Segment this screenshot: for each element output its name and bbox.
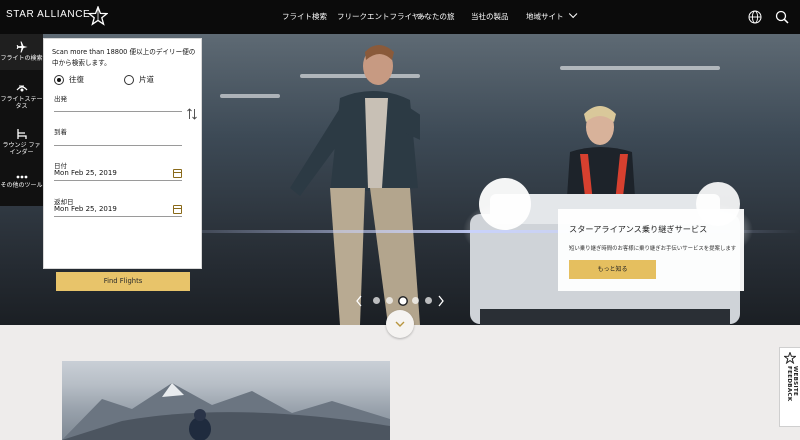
roundtrip-label: 往復	[69, 75, 84, 84]
carousel-dot[interactable]	[397, 295, 408, 306]
carousel-dot[interactable]	[373, 297, 380, 304]
return-date-field[interactable]: Mon Feb 25, 2019	[54, 205, 117, 213]
flight-status-icon	[16, 85, 27, 92]
nav-frequent-flyer[interactable]: フリークエントフライヤー	[337, 11, 427, 22]
departure-date-underline	[54, 180, 182, 181]
swap-arrows-icon[interactable]	[186, 108, 198, 120]
sidebar-item-flight-search[interactable]: フライトの検索	[0, 34, 43, 70]
carousel-dot[interactable]	[412, 297, 419, 304]
nav-our-products[interactable]: 当社の製品	[471, 11, 509, 22]
carousel-dot[interactable]	[425, 297, 432, 304]
chevron-down-icon	[395, 321, 405, 327]
sidebar-item-label: ラウンジ ファインダー	[2, 142, 41, 156]
star-alliance-logo-icon[interactable]	[88, 6, 108, 26]
chevron-down-icon	[568, 9, 577, 19]
nav-regional-sites[interactable]: 地域サイト	[526, 9, 577, 22]
learn-more-button[interactable]: もっと知る	[569, 260, 656, 279]
promo-card-title: スターアライアンス乗り継ぎサービス	[569, 224, 708, 234]
sidebar-item-label: その他のツール	[0, 182, 43, 189]
departure-date-field[interactable]: Mon Feb 25, 2019	[54, 169, 117, 177]
more-dots-icon	[16, 175, 27, 179]
search-icon[interactable]	[775, 10, 789, 24]
sidebar-item-label: フライトステータス	[0, 96, 43, 110]
roundtrip-radio[interactable]: 往復	[54, 74, 84, 85]
globe-icon[interactable]	[748, 10, 762, 24]
oneway-label: 片道	[139, 75, 154, 84]
airplane-icon	[16, 41, 27, 53]
ceiling-light	[560, 66, 720, 70]
carousel-dot[interactable]	[386, 297, 393, 304]
calendar-icon[interactable]	[173, 169, 182, 178]
promo-card-description: 短い乗り継ぎ時間のお客様に乗り継ぎお手伝いサービスを提案します	[569, 246, 737, 252]
to-input[interactable]	[54, 145, 182, 146]
from-label: 出発	[54, 95, 67, 103]
mountain-scene	[62, 383, 390, 440]
nav-regional-sites-label: 地域サイト	[526, 12, 564, 21]
to-label: 到着	[54, 128, 67, 136]
radio-unselected-icon	[124, 75, 134, 85]
carousel-next-arrow-icon[interactable]	[437, 295, 445, 307]
oneway-radio[interactable]: 片道	[124, 74, 154, 85]
return-date-underline	[54, 216, 182, 217]
sidebar-item-label: フライトの検索	[0, 55, 43, 62]
calendar-icon[interactable]	[173, 205, 182, 214]
radio-selected-icon	[54, 75, 64, 85]
lounge-chair-icon	[16, 129, 27, 139]
find-flights-button[interactable]: Find Flights	[56, 272, 190, 291]
mountain-hiker-image	[62, 361, 390, 440]
search-intro-text: Scan more than 18800 便以上のデイリー便の中から検索します。	[52, 48, 196, 67]
star-alliance-logo-text[interactable]: STAR ALLIANCE	[6, 9, 90, 20]
nav-your-trip[interactable]: あなたの旅	[417, 11, 455, 22]
carousel-prev-arrow-icon[interactable]	[355, 295, 363, 307]
sidebar-item-flight-status[interactable]: フライトステータス	[0, 82, 43, 110]
sidebar-item-other-tools[interactable]: その他のツール	[0, 174, 43, 189]
star-alliance-small-icon	[784, 352, 796, 364]
promo-card: スターアライアンス乗り継ぎサービス 短い乗り継ぎ時間のお客様に乗り継ぎお手伝いサ…	[558, 209, 744, 291]
from-input[interactable]	[54, 111, 182, 112]
feedback-label: WEBSITE FEEDBACK	[786, 366, 798, 402]
traveler-man-figure	[290, 45, 420, 325]
website-feedback-tab[interactable]: WEBSITE FEEDBACK	[779, 347, 800, 427]
sidebar-item-lounge-finder[interactable]: ラウンジ ファインダー	[0, 128, 43, 156]
scroll-down-button[interactable]	[386, 310, 414, 338]
flight-search-panel: Scan more than 18800 便以上のデイリー便の中から検索します。…	[43, 38, 202, 269]
tools-sidebar: フライトの検索 フライトステータス ラウンジ ファインダー その他のツール	[0, 34, 43, 206]
nav-flight-search[interactable]: フライト検索	[282, 11, 327, 22]
top-navigation-bar: STAR ALLIANCE フライト検索 フリークエントフライヤー あなたの旅 …	[0, 0, 800, 34]
